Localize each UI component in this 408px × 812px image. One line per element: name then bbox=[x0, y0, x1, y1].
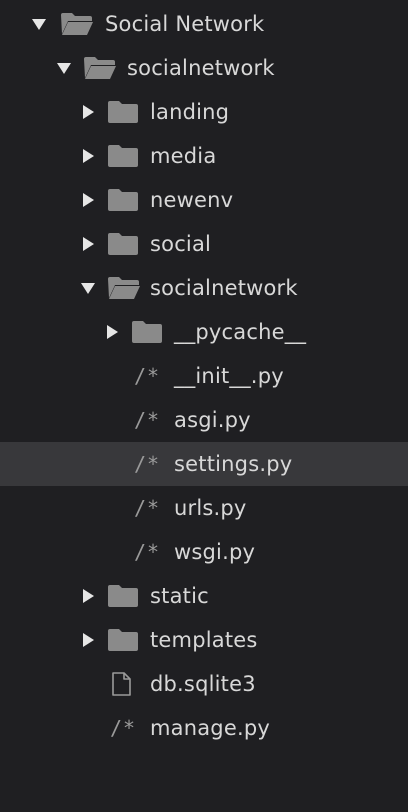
disclosure-expanded-icon[interactable] bbox=[80, 280, 96, 296]
tree-label: manage.py bbox=[150, 716, 270, 740]
tree-label: social bbox=[150, 232, 212, 256]
folder-icon bbox=[106, 628, 140, 652]
tree-label: landing bbox=[150, 100, 230, 124]
python-file-icon: /* bbox=[133, 540, 161, 564]
tree-row-project[interactable]: socialnetwork bbox=[0, 46, 408, 90]
disclosure-collapsed-icon[interactable] bbox=[104, 324, 120, 340]
tree-row-asgi-py[interactable]: /* asgi.py bbox=[0, 398, 408, 442]
disclosure-collapsed-icon[interactable] bbox=[80, 148, 96, 164]
tree-label: wsgi.py bbox=[174, 540, 256, 564]
python-file-icon: /* bbox=[133, 496, 161, 520]
folder-open-icon bbox=[82, 56, 118, 80]
tree-label: db.sqlite3 bbox=[150, 672, 256, 696]
tree-row-db-sqlite3[interactable]: db.sqlite3 bbox=[0, 662, 408, 706]
python-file-icon: /* bbox=[133, 408, 161, 432]
disclosure-collapsed-icon[interactable] bbox=[80, 192, 96, 208]
tree-row-social[interactable]: social bbox=[0, 222, 408, 266]
folder-icon bbox=[106, 232, 140, 256]
disclosure-expanded-icon[interactable] bbox=[31, 16, 47, 32]
tree-label: settings.py bbox=[174, 452, 293, 476]
tree-row-root[interactable]: Social Network bbox=[0, 2, 408, 46]
folder-icon bbox=[106, 144, 140, 168]
tree-label: socialnetwork bbox=[150, 276, 298, 300]
tree-row-static[interactable]: static bbox=[0, 574, 408, 618]
folder-icon bbox=[130, 320, 164, 344]
tree-label: asgi.py bbox=[174, 408, 251, 432]
folder-icon bbox=[106, 188, 140, 212]
tree-label: __init__.py bbox=[174, 364, 284, 388]
python-file-icon: /* bbox=[109, 716, 137, 740]
tree-label: urls.py bbox=[174, 496, 247, 520]
folder-open-icon bbox=[59, 12, 95, 36]
tree-label: Social Network bbox=[105, 12, 265, 36]
tree-row-media[interactable]: media bbox=[0, 134, 408, 178]
python-file-icon: /* bbox=[133, 364, 161, 388]
folder-icon bbox=[106, 100, 140, 124]
python-file-icon: /* bbox=[133, 452, 161, 476]
tree-label: __pycache__ bbox=[174, 320, 307, 344]
tree-row-wsgi-py[interactable]: /* wsgi.py bbox=[0, 530, 408, 574]
tree-row-manage-py[interactable]: /* manage.py bbox=[0, 706, 408, 750]
tree-label: socialnetwork bbox=[127, 56, 275, 80]
folder-icon bbox=[106, 584, 140, 608]
tree-row-urls-py[interactable]: /* urls.py bbox=[0, 486, 408, 530]
tree-label: static bbox=[150, 584, 209, 608]
file-icon bbox=[106, 672, 136, 696]
disclosure-collapsed-icon[interactable] bbox=[80, 104, 96, 120]
tree-row-init-py[interactable]: /* __init__.py bbox=[0, 354, 408, 398]
tree-row-templates[interactable]: templates bbox=[0, 618, 408, 662]
tree-label: newenv bbox=[150, 188, 234, 212]
tree-row-newenv[interactable]: newenv bbox=[0, 178, 408, 222]
tree-row-landing[interactable]: landing bbox=[0, 90, 408, 134]
folder-open-icon bbox=[106, 276, 142, 300]
disclosure-expanded-icon[interactable] bbox=[56, 60, 72, 76]
tree-label: media bbox=[150, 144, 217, 168]
file-tree: Social Network socialnetwork landing med… bbox=[0, 0, 408, 812]
tree-row-settings-py[interactable]: /* settings.py bbox=[0, 442, 408, 486]
disclosure-collapsed-icon[interactable] bbox=[80, 236, 96, 252]
tree-label: templates bbox=[150, 628, 258, 652]
tree-row-pycache[interactable]: __pycache__ bbox=[0, 310, 408, 354]
disclosure-collapsed-icon[interactable] bbox=[80, 588, 96, 604]
disclosure-collapsed-icon[interactable] bbox=[80, 632, 96, 648]
tree-row-app[interactable]: socialnetwork bbox=[0, 266, 408, 310]
